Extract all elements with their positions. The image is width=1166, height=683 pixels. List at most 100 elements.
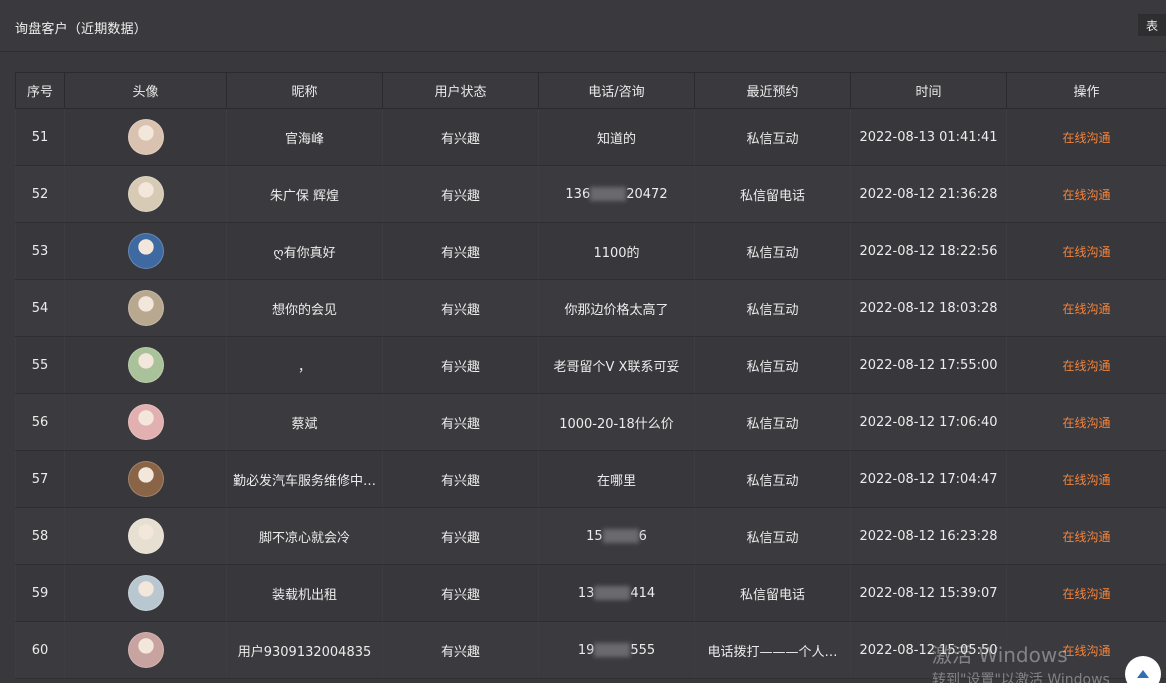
cell-status: 有兴趣 [382,108,539,166]
cell-time: 2022-08-12 15:39:07 [850,564,1007,622]
online-chat-link[interactable]: 在线沟通 [1062,530,1110,544]
column-header-nickname: 昵称 [226,72,383,109]
table-body: 51 官海峰 有兴趣 知道的 私信互动 2022-08-13 01:41:41 在线沟通 52… [15,108,1166,679]
cell-action: 在线沟通 [1006,165,1166,223]
avatar [127,290,164,326]
cell-action: 在线沟通 [1006,564,1166,622]
cell-status: 有兴趣 [382,393,539,451]
cell-status: 有兴趣 [382,450,539,508]
cell-no: 58 [15,507,65,565]
cell-phone: 1000-20-18什么价 [538,393,695,451]
cell-nickname: ღ有你真好 [226,222,383,280]
cell-booking: 私信留电话 [694,564,851,622]
column-header-status: 用户状态 [382,72,539,109]
table-row: 53 ღ有你真好 有兴趣 1100的 私信互动 2022-08-12 18:22:56 在线… [15,222,1166,280]
online-chat-link[interactable]: 在线沟通 [1062,359,1110,373]
column-header-action: 操作 [1006,72,1166,109]
cell-avatar [64,564,227,622]
cell-no: 54 [15,279,65,337]
cell-no: 56 [15,393,65,451]
cell-booking: 私信互动 [694,393,851,451]
cell-action: 在线沟通 [1006,507,1166,565]
cell-status: 有兴趣 [382,336,539,394]
cell-nickname: 官海峰 [226,108,383,166]
phone-text-suffix: 20472 [626,186,668,202]
table-toggle-button[interactable]: 表 [1138,14,1166,36]
masked-digits [594,586,631,600]
cell-avatar [64,621,227,679]
cell-avatar [64,222,227,280]
cell-nickname: 装载机出租 [226,564,383,622]
cell-action: 在线沟通 [1006,222,1166,280]
avatar [127,347,164,383]
cell-avatar [64,393,227,451]
cell-booking: 电话拨打———个人… [694,621,851,679]
masked-digits [602,529,639,543]
column-header-no: 序号 [15,72,65,109]
avatar [127,632,164,668]
cell-booking: 私信互动 [694,222,851,280]
panel-title: 询盘客户（近期数据） [15,22,148,37]
cell-phone: 136 20472 [538,165,695,223]
cell-booking: 私信互动 [694,336,851,394]
cell-time: 2022-08-12 18:22:56 [850,222,1007,280]
avatar [127,176,164,212]
cell-avatar [64,279,227,337]
phone-text: 136 [565,186,591,202]
watermark-line2: 转到"设置"以激活 Windows [932,672,1110,683]
cell-phone: 老哥留个V X联系可妥 [538,336,695,394]
masked-digits [594,643,631,657]
cell-nickname: 想你的会见 [226,279,383,337]
avatar [127,461,164,497]
cell-action: 在线沟通 [1006,393,1166,451]
phone-text: 在哪里 [596,473,636,489]
cell-phone: 13 414 [538,564,695,622]
column-header-phone: 电话/咨询 [538,72,695,109]
cell-status: 有兴趣 [382,165,539,223]
cell-time: 2022-08-13 01:41:41 [850,108,1007,166]
cell-time: 2022-08-12 17:04:47 [850,450,1007,508]
online-chat-link[interactable]: 在线沟通 [1062,188,1110,202]
avatar [127,233,164,269]
cell-time: 2022-08-12 16:23:28 [850,507,1007,565]
windows-activation-watermark: 激活 Windows 转到"设置"以激活 Windows [932,643,1110,683]
table-row: 52 朱广保 辉煌 有兴趣 136 20472 私信留电话 2022-08-12 21:36… [15,165,1166,223]
cell-nickname: 用户9309132004835 [226,621,383,679]
online-chat-link[interactable]: 在线沟通 [1062,416,1110,430]
cell-nickname: ， [226,336,383,394]
cell-booking: 私信互动 [694,279,851,337]
avatar [127,518,164,554]
avatar [127,404,164,440]
cell-nickname: 勤必发汽车服务维修中… [226,450,383,508]
cell-booking: 私信互动 [694,450,851,508]
online-chat-link[interactable]: 在线沟通 [1062,131,1110,145]
cell-nickname: 脚不凉心就会冷 [226,507,383,565]
online-chat-link[interactable]: 在线沟通 [1062,473,1110,487]
cell-status: 有兴趣 [382,507,539,565]
cell-avatar [64,507,227,565]
cell-phone: 19 555 [538,621,695,679]
cell-status: 有兴趣 [382,564,539,622]
online-chat-link[interactable]: 在线沟通 [1062,587,1110,601]
cell-nickname: 蔡斌 [226,393,383,451]
online-chat-link[interactable]: 在线沟通 [1062,302,1110,316]
cell-time: 2022-08-12 17:06:40 [850,393,1007,451]
table-header-row: 序号 头像 昵称 用户状态 电话/咨询 最近预约 时间 操作 [15,72,1166,109]
cell-no: 60 [15,621,65,679]
phone-text: 15 [586,528,603,544]
phone-text: 19 [577,642,595,658]
cell-no: 52 [15,165,65,223]
cell-no: 51 [15,108,65,166]
phone-text-suffix: 555 [630,642,656,658]
column-header-time: 时间 [850,72,1007,109]
column-header-avatar: 头像 [64,72,227,109]
cell-no: 59 [15,564,65,622]
customer-table-wrapper: 序号 头像 昵称 用户状态 电话/咨询 最近预约 时间 操作 51 官海峰 有兴趣 知… [15,72,1166,683]
cell-action: 在线沟通 [1006,279,1166,337]
phone-text: 1100的 [593,245,640,261]
table-row: 55 ，有兴趣 老哥留个V X联系可妥 私信互动 2022-08-12 17:55:00… [15,336,1166,394]
table-row: 51 官海峰 有兴趣 知道的 私信互动 2022-08-13 01:41:41 在线沟通 [15,108,1166,166]
phone-text: 1000-20-18什么价 [559,416,674,432]
online-chat-link[interactable]: 在线沟通 [1062,245,1110,259]
watermark-line1: 激活 Windows [932,643,1068,667]
